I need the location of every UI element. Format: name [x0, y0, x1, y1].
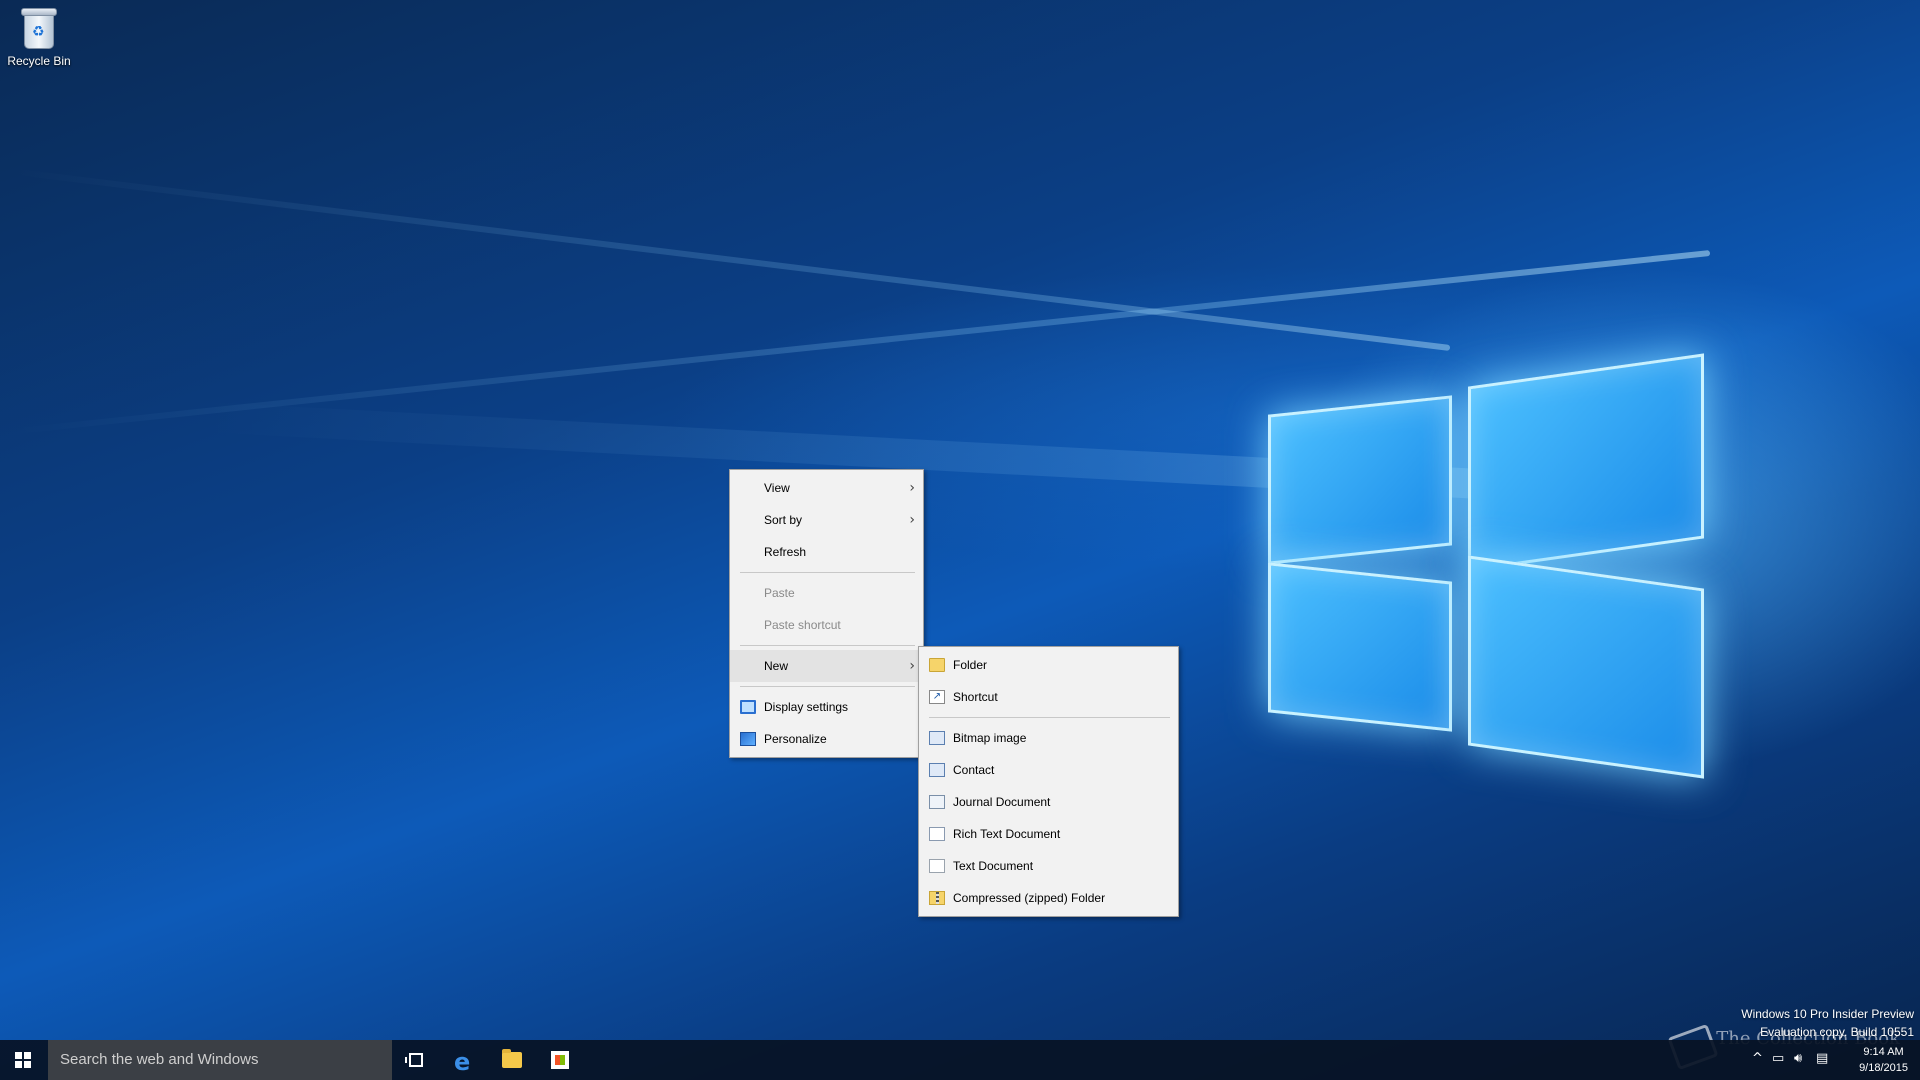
menu-item-label: Rich Text Document — [953, 827, 1061, 841]
recycle-bin-icon: ♻ — [19, 6, 59, 50]
menu-separator — [929, 717, 1170, 718]
menu-item-label: View — [764, 481, 790, 495]
display-settings-icon — [740, 700, 756, 714]
menu-item-label: Paste — [764, 586, 795, 600]
edge-button[interactable]: e — [440, 1040, 488, 1080]
menu-item-label: Paste shortcut — [764, 618, 841, 632]
submenu-item-journal-document[interactable]: Journal Document — [919, 786, 1178, 818]
store-button[interactable] — [536, 1040, 584, 1080]
menu-item-label: Contact — [953, 763, 995, 777]
menu-item-label: Bitmap image — [953, 731, 1027, 745]
submenu-item-compressed-folder[interactable]: Compressed (zipped) Folder — [919, 882, 1178, 914]
rich-text-icon — [929, 827, 945, 841]
clock-time: 9:14 AM — [1863, 1046, 1904, 1058]
menu-item-label: Refresh — [764, 545, 807, 559]
edge-icon: e — [454, 1048, 471, 1076]
menu-item-display-settings[interactable]: Display settings — [730, 691, 923, 723]
clock[interactable]: 9:14 AM 9/18/2015 — [1859, 1044, 1908, 1076]
menu-item-paste[interactable]: Paste — [730, 577, 923, 609]
new-submenu: Folder ↗ Shortcut Bitmap image Contact J… — [918, 646, 1179, 917]
network-icon[interactable]: ▭ — [1772, 1051, 1784, 1066]
search-box[interactable]: Search the web and Windows — [48, 1040, 392, 1080]
menu-item-paste-shortcut[interactable]: Paste shortcut — [730, 609, 923, 641]
zip-folder-icon — [929, 891, 945, 905]
menu-item-refresh[interactable]: Refresh — [730, 536, 923, 568]
desktop-icon-recycle-bin[interactable]: ♻ Recycle Bin — [4, 6, 74, 68]
file-explorer-icon — [502, 1049, 522, 1068]
menu-item-personalize[interactable]: Personalize — [730, 723, 923, 755]
file-explorer-button[interactable] — [488, 1040, 536, 1080]
submenu-item-shortcut[interactable]: ↗ Shortcut — [919, 681, 1178, 713]
menu-item-label: Display settings — [764, 700, 849, 714]
desktop-context-menu: View › Sort by › Refresh Paste Paste sho… — [729, 469, 924, 758]
menu-item-sort-by[interactable]: Sort by › — [730, 504, 923, 536]
menu-item-label: Personalize — [764, 732, 827, 746]
menu-separator — [740, 686, 915, 687]
menu-item-label: Journal Document — [953, 795, 1051, 809]
submenu-item-contact[interactable]: Contact — [919, 754, 1178, 786]
menu-item-new[interactable]: New › — [730, 650, 923, 682]
menu-item-label: New — [764, 659, 789, 673]
windows-logo-icon — [15, 1052, 32, 1069]
menu-separator — [740, 645, 915, 646]
clock-date: 9/18/2015 — [1859, 1062, 1908, 1074]
submenu-item-bitmap-image[interactable]: Bitmap image — [919, 722, 1178, 754]
chevron-right-icon: › — [909, 512, 915, 528]
menu-item-view[interactable]: View › — [730, 472, 923, 504]
volume-icon[interactable]: 🔊︎ — [1794, 1051, 1802, 1066]
shortcut-icon: ↗ — [929, 690, 945, 704]
contact-icon — [929, 763, 945, 777]
menu-item-label: Folder — [953, 658, 988, 672]
submenu-item-text-document[interactable]: Text Document — [919, 850, 1178, 882]
search-placeholder: Search the web and Windows — [60, 1051, 259, 1068]
store-icon — [551, 1051, 569, 1069]
submenu-item-rich-text-document[interactable]: Rich Text Document — [919, 818, 1178, 850]
journal-icon — [929, 795, 945, 809]
submenu-item-folder[interactable]: Folder — [919, 649, 1178, 681]
taskbar: Search the web and Windows e ^ ▭ 🔊︎ ▤ 9:… — [0, 1040, 1920, 1080]
chevron-right-icon: › — [909, 658, 915, 674]
system-tray: ^ ▭ 🔊︎ ▤ 9:14 AM 9/18/2015 — [1750, 1040, 1920, 1080]
wallpaper-beam — [10, 168, 1451, 351]
personalize-icon — [740, 732, 756, 746]
menu-item-label: Shortcut — [953, 690, 998, 704]
show-hidden-icons-icon[interactable]: ^ — [1752, 1051, 1763, 1066]
chevron-right-icon: › — [909, 480, 915, 496]
task-view-button[interactable] — [392, 1040, 440, 1080]
menu-separator — [740, 572, 915, 573]
text-document-icon — [929, 859, 945, 873]
menu-item-label: Compressed (zipped) Folder — [953, 891, 1106, 905]
menu-item-label: Sort by — [764, 513, 803, 527]
task-view-icon — [405, 1053, 423, 1067]
desktop-icon-label: Recycle Bin — [7, 54, 71, 68]
bitmap-icon — [929, 731, 945, 745]
start-button[interactable] — [0, 1040, 48, 1080]
folder-icon — [929, 658, 945, 672]
action-center-icon[interactable]: ▤ — [1816, 1051, 1828, 1066]
watermark-edition: Windows 10 Pro Insider Preview — [1741, 1007, 1914, 1021]
menu-item-label: Text Document — [953, 859, 1034, 873]
